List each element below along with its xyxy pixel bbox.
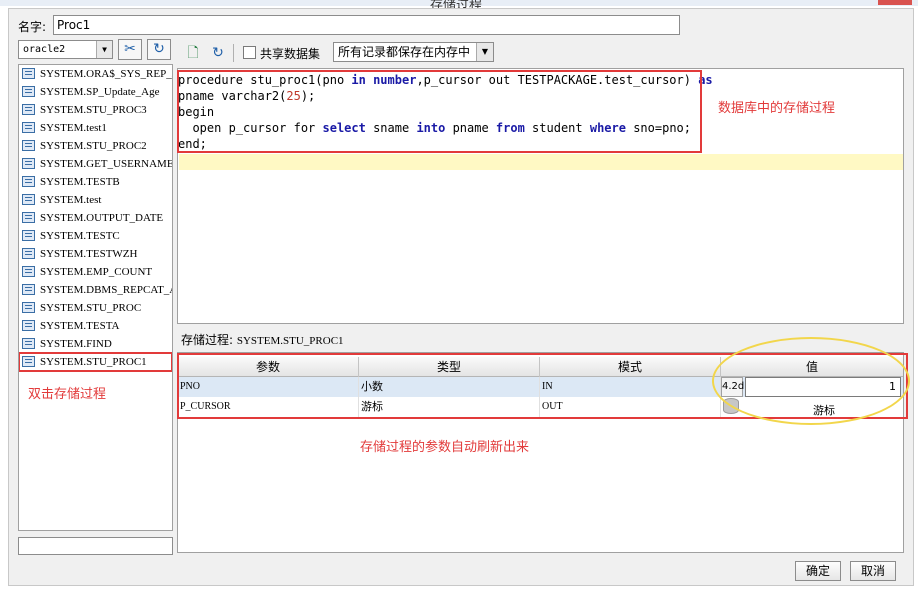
value-highlight-ellipse — [712, 337, 910, 425]
list-item[interactable]: SYSTEM.TESTC — [19, 227, 172, 245]
procedure-icon — [22, 122, 35, 133]
reload-icon: ↻ — [212, 45, 224, 61]
ok-button[interactable]: 确定 — [795, 561, 841, 581]
procedure-icon — [22, 176, 35, 187]
share-dataset-checkbox[interactable] — [243, 46, 256, 59]
procedure-icon — [22, 194, 35, 205]
procedure-label: SYSTEM.GET_USERNAME — [40, 158, 172, 170]
procedure-label: SYSTEM.SP_Update_Age — [40, 86, 160, 98]
procedure-label: SYSTEM.DBMS_REPCAT_AUTH — [40, 284, 172, 296]
name-input[interactable]: Proc1 — [53, 15, 680, 35]
annotation-auto-refresh: 存储过程的参数自动刷新出来 — [360, 440, 530, 455]
connection-value: oracle2 — [23, 44, 66, 55]
procedure-label: SYSTEM.ORA$_SYS_REP_AUTH — [40, 68, 172, 80]
procedure-icon — [22, 104, 35, 115]
procedure-icon — [22, 86, 35, 97]
annotation-db-proc: 数据库中的存储过程 — [718, 101, 836, 116]
procedure-icon — [22, 248, 35, 259]
procedure-label: SYSTEM.EMP_COUNT — [40, 266, 153, 278]
procedure-list[interactable]: SYSTEM.ORA$_SYS_REP_AUTH SYSTEM.SP_Updat… — [18, 64, 173, 531]
list-item[interactable]: SYSTEM.ORA$_SYS_REP_AUTH — [19, 65, 172, 83]
filter-input[interactable] — [18, 537, 173, 555]
procedure-icon — [22, 230, 35, 241]
annotation-double-click: 双击存储过程 — [28, 387, 107, 402]
procedure-icon — [22, 356, 35, 367]
list-item[interactable]: SYSTEM.GET_USERNAME — [19, 155, 172, 173]
procedure-label: SYSTEM.TESTB — [40, 176, 120, 188]
toolbar-separator — [233, 44, 234, 62]
current-line-highlight — [179, 154, 903, 170]
list-item-selected[interactable]: SYSTEM.STU_PROC1 — [19, 352, 172, 372]
connection-select[interactable]: oracle2 ▼ — [18, 40, 113, 59]
list-item[interactable]: SYSTEM.test — [19, 191, 172, 209]
list-item[interactable]: SYSTEM.TESTA — [19, 317, 172, 335]
list-item[interactable]: SYSTEM.STU_PROC3 — [19, 101, 172, 119]
refresh-icon: ↻ — [153, 41, 165, 57]
list-item[interactable]: SYSTEM.STU_PROC — [19, 299, 172, 317]
list-item[interactable]: SYSTEM.DBMS_REPCAT_AUTH — [19, 281, 172, 299]
procedure-label: SYSTEM.STU_PROC3 — [40, 104, 147, 116]
list-item[interactable]: SYSTEM.FIND — [19, 335, 172, 353]
procedure-icon — [22, 320, 35, 331]
list-item[interactable]: SYSTEM.TESTB — [19, 173, 172, 191]
procedure-label: SYSTEM.test — [40, 194, 102, 206]
procedure-icon — [22, 338, 35, 349]
procedure-icon — [22, 140, 35, 151]
procedure-label: SYSTEM.FIND — [40, 338, 112, 350]
new-file-button[interactable]: 🗋 — [184, 44, 202, 62]
list-item[interactable]: SYSTEM.test1 — [19, 119, 172, 137]
code-highlight-box — [177, 70, 702, 153]
cancel-button[interactable]: 取消 — [850, 561, 896, 581]
new-file-icon: 🗋 — [187, 45, 199, 61]
proc-name-label: 存储过程: — [181, 333, 234, 347]
list-item[interactable]: SYSTEM.STU_PROC2 — [19, 137, 172, 155]
procedure-label: SYSTEM.STU_PROC — [40, 302, 142, 314]
procedure-label: SYSTEM.TESTC — [40, 230, 120, 242]
procedure-label: SYSTEM.STU_PROC1 — [40, 356, 147, 368]
procedure-label: SYSTEM.test1 — [40, 122, 107, 134]
procedure-icon — [22, 302, 35, 313]
procedure-icon — [22, 68, 35, 79]
share-dataset-label: 共享数据集 — [260, 47, 321, 61]
reload-button[interactable]: ↻ — [209, 44, 227, 62]
storage-mode-select[interactable]: 所有记录都保存在内存中 ▼ — [333, 42, 494, 62]
refresh-list-button[interactable]: ↻ — [147, 39, 171, 60]
list-item[interactable]: SYSTEM.SP_Update_Age — [19, 83, 172, 101]
proc-name-value: SYSTEM.STU_PROC1 — [236, 335, 344, 347]
procedure-icon — [22, 284, 35, 295]
tools-button[interactable]: ✂ — [118, 39, 142, 60]
procedure-label: SYSTEM.OUTPUT_DATE — [40, 212, 164, 224]
list-item[interactable]: SYSTEM.TESTWZH — [19, 245, 172, 263]
list-item[interactable]: SYSTEM.EMP_COUNT — [19, 263, 172, 281]
chevron-down-icon[interactable]: ▼ — [476, 43, 493, 61]
procedure-label: SYSTEM.STU_PROC2 — [40, 140, 147, 152]
procedure-label: SYSTEM.TESTA — [40, 320, 120, 332]
list-item[interactable]: SYSTEM.OUTPUT_DATE — [19, 209, 172, 227]
chevron-down-icon[interactable]: ▼ — [96, 41, 112, 58]
proc-name-line: 存储过程: SYSTEM.STU_PROC1 — [181, 331, 344, 348]
procedure-icon — [22, 212, 35, 223]
name-label: 名字: — [18, 20, 47, 34]
procedure-icon — [22, 158, 35, 169]
close-button[interactable] — [878, 0, 912, 5]
storage-mode-value: 所有记录都保存在内存中 — [338, 45, 471, 59]
procedure-icon — [22, 266, 35, 277]
wrench-icon: ✂ — [124, 41, 136, 57]
procedure-label: SYSTEM.TESTWZH — [40, 248, 138, 260]
